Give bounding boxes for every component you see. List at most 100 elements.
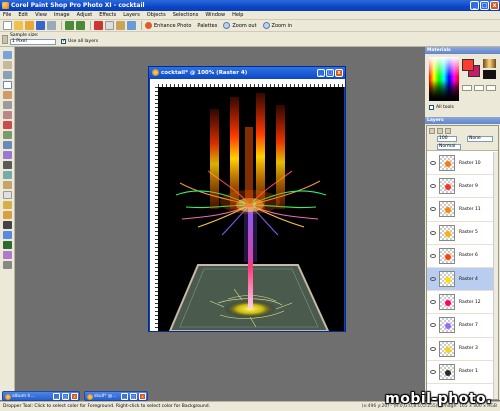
redo-icon[interactable] <box>76 21 85 30</box>
minimized-window-skull[interactable]: skull* @... _ □ x <box>84 391 148 401</box>
color-spectrum-picker[interactable] <box>429 57 459 101</box>
layers-scrollbar[interactable] <box>493 152 498 399</box>
warp-brush-icon[interactable] <box>3 251 12 259</box>
cut-icon[interactable] <box>94 21 103 30</box>
layer-row[interactable]: Raster 12 <box>427 291 498 315</box>
layer-blend-none[interactable]: None <box>467 136 493 142</box>
close-icon[interactable]: x <box>71 393 78 400</box>
dropper-tool-preset-icon[interactable] <box>2 35 8 44</box>
color-style-button[interactable] <box>462 85 472 91</box>
visibility-eye-icon[interactable] <box>430 369 436 374</box>
visibility-eye-icon[interactable] <box>430 253 436 258</box>
picture-tube-icon[interactable] <box>3 201 12 209</box>
foreground-color-swatch[interactable] <box>462 59 474 71</box>
menu-help[interactable]: Help <box>232 12 243 18</box>
menu-effects[interactable]: Effects <box>99 12 116 18</box>
close-icon[interactable]: x <box>139 393 146 400</box>
menu-objects[interactable]: Objects <box>147 12 166 18</box>
pattern-style-button[interactable] <box>486 85 496 91</box>
pick-tool-icon[interactable] <box>3 71 12 79</box>
paint-brush-icon[interactable] <box>3 161 12 169</box>
layer-row[interactable]: Raster 10 <box>427 152 498 176</box>
layer-row[interactable]: Raster 3 <box>427 338 498 361</box>
delete-layer-icon[interactable] <box>445 128 451 134</box>
foreground-pattern-swatch[interactable] <box>483 59 496 68</box>
all-tools-checkbox[interactable]: All tools <box>429 105 454 110</box>
menu-view[interactable]: View <box>35 12 47 18</box>
document-close-button[interactable]: x <box>335 69 343 77</box>
crop-tool-icon[interactable] <box>3 91 12 99</box>
visibility-eye-icon[interactable] <box>430 300 436 305</box>
visibility-eye-icon[interactable] <box>430 323 436 328</box>
background-pattern-swatch[interactable] <box>483 70 496 79</box>
open-folder-icon[interactable] <box>14 21 23 30</box>
menu-file[interactable]: File <box>3 12 11 18</box>
new-file-icon[interactable] <box>3 21 12 30</box>
copy-icon[interactable] <box>105 21 114 30</box>
print-icon[interactable] <box>47 21 56 30</box>
pan-tool-icon[interactable] <box>3 51 12 59</box>
freehand-selection-icon[interactable] <box>3 141 12 149</box>
text-tool-icon[interactable] <box>3 221 12 229</box>
minimize-button[interactable]: _ <box>470 1 479 10</box>
layer-row[interactable]: Raster 9 <box>427 175 498 199</box>
visibility-eye-icon[interactable] <box>430 161 436 166</box>
layer-row[interactable]: Raster 6 <box>427 245 498 268</box>
maximize-icon[interactable]: □ <box>62 393 69 400</box>
layer-row-selected[interactable]: Raster 4 <box>427 267 498 292</box>
sample-size-select[interactable]: 1 Pixel <box>10 39 56 45</box>
visibility-eye-icon[interactable] <box>430 230 436 235</box>
document-maximize-button[interactable]: □ <box>326 69 334 77</box>
magic-wand-icon[interactable] <box>3 151 12 159</box>
new-layer-icon[interactable] <box>429 128 435 134</box>
layer-row[interactable]: Raster 11 <box>427 198 498 222</box>
flood-fill-icon[interactable] <box>3 211 12 219</box>
screen-icon[interactable] <box>127 21 136 30</box>
menu-selections[interactable]: Selections <box>173 12 199 18</box>
pen-tool-icon[interactable] <box>3 241 12 249</box>
save-icon[interactable] <box>36 21 45 30</box>
document-minimize-button[interactable]: _ <box>317 69 325 77</box>
visibility-eye-icon[interactable] <box>430 277 436 282</box>
maximize-button[interactable]: □ <box>480 1 489 10</box>
browse-icon[interactable] <box>25 21 34 30</box>
dropper-tool-icon[interactable] <box>3 81 12 89</box>
restore-icon[interactable]: _ <box>53 393 60 400</box>
red-eye-tool-icon[interactable] <box>3 121 12 129</box>
lighten-darken-icon[interactable] <box>3 181 12 189</box>
selection-tool-icon[interactable] <box>3 131 12 139</box>
palettes-button[interactable]: Palettes <box>197 23 217 29</box>
menu-image[interactable]: Image <box>54 12 70 18</box>
menu-window[interactable]: Window <box>205 12 225 18</box>
visibility-eye-icon[interactable] <box>430 207 436 212</box>
use-all-layers-checkbox[interactable]: ✓ Use all layers <box>61 39 98 44</box>
minimized-window-album[interactable]: album h... _ □ x <box>2 391 80 401</box>
gradient-style-button[interactable] <box>474 85 484 91</box>
close-button[interactable]: x <box>490 1 499 10</box>
preset-shape-icon[interactable] <box>3 231 12 239</box>
layer-opacity-field[interactable]: 100 <box>437 136 457 142</box>
layer-row[interactable]: Raster 5 <box>427 222 498 245</box>
restore-icon[interactable]: _ <box>121 393 128 400</box>
maximize-icon[interactable]: □ <box>130 393 137 400</box>
menu-layers[interactable]: Layers <box>123 12 140 18</box>
visibility-eye-icon[interactable] <box>430 184 436 189</box>
object-selector-icon[interactable] <box>3 261 12 269</box>
menu-adjust[interactable]: Adjust <box>77 12 93 18</box>
layer-row[interactable]: Raster 7 <box>427 314 498 338</box>
undo-icon[interactable] <box>65 21 74 30</box>
enhance-photo-button[interactable]: Enhance Photo <box>145 22 191 29</box>
layer-row[interactable]: Raster 1 <box>427 361 498 384</box>
menu-edit[interactable]: Edit <box>18 12 28 18</box>
duplicate-layer-icon[interactable] <box>437 128 443 134</box>
image-canvas[interactable] <box>158 87 344 331</box>
straighten-tool-icon[interactable] <box>3 101 12 109</box>
layer-blend-mode-select[interactable]: Normal <box>437 144 461 150</box>
zoom-in-button[interactable]: Zoom in <box>262 22 292 29</box>
clone-brush-icon[interactable] <box>3 171 12 179</box>
paste-icon[interactable] <box>116 21 125 30</box>
zoom-tool-icon[interactable] <box>3 61 12 69</box>
perspective-tool-icon[interactable] <box>3 111 12 119</box>
eraser-tool-icon[interactable] <box>3 191 12 199</box>
zoom-out-button[interactable]: Zoom out <box>223 22 257 29</box>
